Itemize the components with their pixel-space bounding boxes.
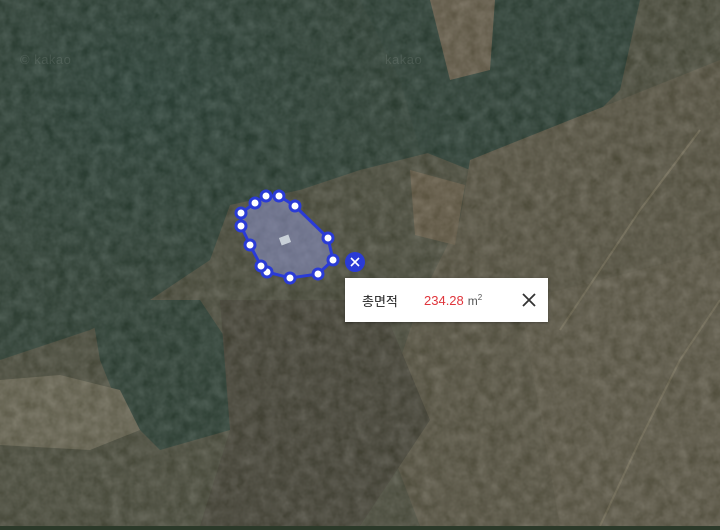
polygon-vertex[interactable] (288, 199, 302, 213)
polygon-vertex[interactable] (248, 196, 262, 210)
polygon-vertex[interactable] (311, 267, 325, 281)
polygon-vertex[interactable] (243, 238, 257, 252)
close-measure-button[interactable] (345, 252, 365, 272)
polygon-vertex[interactable] (234, 206, 248, 220)
polygon-vertex[interactable] (234, 219, 248, 233)
polygon-vertex[interactable] (326, 253, 340, 267)
total-area-value: 234.28 (424, 292, 464, 308)
area-unit: m2 (467, 292, 483, 308)
close-icon (350, 257, 360, 267)
close-icon[interactable] (520, 291, 538, 309)
polygon-vertex[interactable] (272, 189, 286, 203)
polygon-vertex[interactable] (283, 271, 297, 285)
area-result-popup: 총면적 234.28 m2 (345, 278, 548, 322)
total-area-label: 총면적 (362, 294, 398, 310)
polygon-vertex[interactable] (254, 259, 268, 273)
polygon-vertex[interactable] (259, 189, 273, 203)
polygon-vertex[interactable] (321, 231, 335, 245)
